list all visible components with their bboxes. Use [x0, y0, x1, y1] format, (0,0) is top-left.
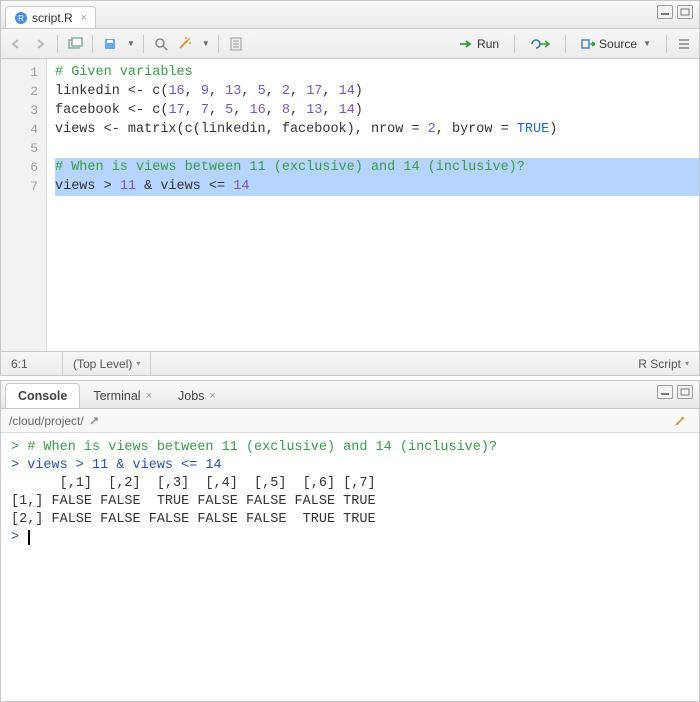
- path-popout-icon[interactable]: [88, 415, 100, 427]
- console-tabbar: Console Terminal× Jobs×: [1, 381, 699, 409]
- code-line[interactable]: views > 11 & views <= 14: [55, 177, 699, 196]
- cursor-icon: [28, 530, 30, 545]
- maximize-pane-icon[interactable]: [677, 5, 693, 19]
- tab-close-icon[interactable]: ×: [81, 12, 87, 24]
- console-line: [,1] [,2] [,3] [,4] [,5] [,6] [,7]: [11, 475, 699, 493]
- find-icon[interactable]: [152, 35, 170, 53]
- outline-icon[interactable]: [675, 35, 693, 53]
- console-prompt[interactable]: >: [11, 529, 699, 547]
- line-number: 3: [1, 101, 38, 120]
- line-number: 1: [1, 63, 38, 82]
- maximize-console-icon[interactable]: [677, 385, 693, 399]
- clear-console-icon[interactable]: [673, 412, 689, 428]
- scope-selector[interactable]: (Top Level)▾: [63, 352, 151, 375]
- back-icon[interactable]: [7, 35, 25, 53]
- code-line[interactable]: facebook <- c(17, 7, 5, 16, 8, 13, 14): [55, 101, 699, 120]
- console-pathbar: /cloud/project/: [1, 409, 699, 433]
- run-icon: [459, 38, 473, 50]
- code-line[interactable]: # Given variables: [55, 63, 699, 82]
- tab-jobs[interactable]: Jobs×: [165, 383, 229, 408]
- pane-window-controls: [657, 5, 693, 19]
- tab-script[interactable]: R script.R ×: [5, 6, 96, 28]
- tab-console[interactable]: Console: [5, 383, 80, 408]
- tab-terminal[interactable]: Terminal×: [80, 383, 165, 408]
- cursor-position: 6:1: [1, 352, 63, 375]
- console-line: [1,] FALSE FALSE TRUE FALSE FALSE FALSE …: [11, 493, 699, 511]
- report-icon[interactable]: [227, 35, 245, 53]
- code-line[interactable]: linkedin <- c(16, 9, 13, 5, 2, 17, 14): [55, 82, 699, 101]
- jobs-close-icon[interactable]: ×: [209, 390, 215, 402]
- source-statusbar: 6:1 (Top Level)▾ R Script▾: [1, 351, 699, 375]
- source-tabbar: R script.R ×: [1, 1, 699, 29]
- language-selector[interactable]: R Script▾: [628, 352, 699, 375]
- svg-text:R: R: [18, 14, 24, 23]
- source-toolbar: ▼ ▼ Run Source ▼: [1, 29, 699, 59]
- run-button[interactable]: Run: [452, 34, 506, 54]
- working-dir: /cloud/project/: [9, 414, 84, 428]
- line-number: 2: [1, 82, 38, 101]
- forward-icon[interactable]: [31, 35, 49, 53]
- code-line[interactable]: [55, 139, 699, 158]
- console-output[interactable]: > # When is views between 11 (exclusive)…: [1, 433, 699, 701]
- console-window-controls: [657, 385, 693, 399]
- source-icon: [581, 38, 595, 50]
- line-gutter: 1234567: [1, 59, 47, 351]
- wand-dropdown-icon[interactable]: ▼: [202, 39, 210, 48]
- rerun-button[interactable]: [523, 35, 557, 53]
- code-line[interactable]: # When is views between 11 (exclusive) a…: [55, 158, 699, 177]
- code-area[interactable]: # Given variableslinkedin <- c(16, 9, 13…: [47, 59, 699, 351]
- run-label: Run: [477, 37, 499, 51]
- line-number: 5: [1, 139, 38, 158]
- line-number: 7: [1, 177, 38, 196]
- minimize-console-icon[interactable]: [657, 385, 673, 399]
- wand-icon[interactable]: [176, 35, 194, 53]
- show-in-new-window-icon[interactable]: [66, 35, 84, 53]
- save-dropdown-icon[interactable]: ▼: [127, 39, 135, 48]
- source-dropdown-icon[interactable]: ▼: [643, 39, 651, 48]
- code-line[interactable]: views <- matrix(c(linkedin, facebook), n…: [55, 120, 699, 139]
- console-line: > # When is views between 11 (exclusive)…: [11, 439, 699, 457]
- code-editor[interactable]: 1234567 # Given variableslinkedin <- c(1…: [1, 59, 699, 351]
- line-number: 6: [1, 158, 38, 177]
- line-number: 4: [1, 120, 38, 139]
- source-label: Source: [599, 37, 637, 51]
- terminal-close-icon[interactable]: ×: [146, 390, 152, 402]
- source-button[interactable]: Source ▼: [574, 34, 658, 54]
- rstudio-file-icon: R: [14, 11, 28, 25]
- console-pane: Console Terminal× Jobs× /cloud/project/ …: [0, 380, 700, 702]
- console-line: > views > 11 & views <= 14: [11, 457, 699, 475]
- minimize-pane-icon[interactable]: [657, 5, 673, 19]
- console-line: [2,] FALSE FALSE FALSE FALSE FALSE TRUE …: [11, 511, 699, 529]
- tab-script-label: script.R: [32, 11, 73, 25]
- save-icon[interactable]: [101, 35, 119, 53]
- source-pane: R script.R × ▼ ▼ Run: [0, 0, 700, 376]
